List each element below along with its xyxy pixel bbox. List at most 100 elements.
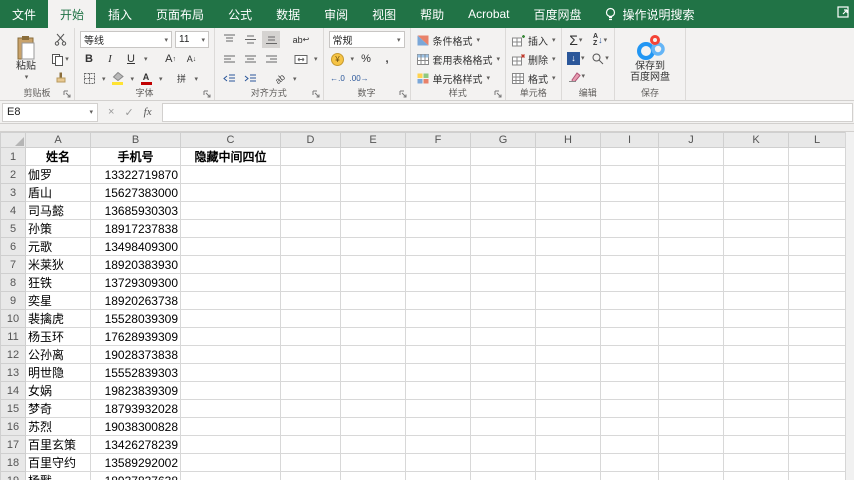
- decrease-decimal-button[interactable]: .00→: [350, 70, 369, 87]
- empty-cell[interactable]: [658, 219, 724, 238]
- row-header[interactable]: 17: [0, 435, 26, 454]
- empty-cell[interactable]: [535, 327, 601, 346]
- empty-cell[interactable]: [600, 237, 659, 256]
- empty-cell[interactable]: [723, 435, 789, 454]
- empty-cell[interactable]: [600, 219, 659, 238]
- phone-cell[interactable]: 17628939309: [90, 327, 181, 346]
- empty-cell[interactable]: [280, 291, 341, 310]
- select-all-corner[interactable]: [0, 132, 26, 148]
- empty-cell[interactable]: [405, 273, 471, 292]
- tab-review[interactable]: 审阅: [312, 0, 360, 28]
- row-header[interactable]: 5: [0, 219, 26, 238]
- empty-cell[interactable]: [723, 309, 789, 328]
- tab-view[interactable]: 视图: [360, 0, 408, 28]
- empty-cell[interactable]: [340, 291, 406, 310]
- empty-cell[interactable]: [340, 417, 406, 436]
- copy-button[interactable]: ▾: [51, 51, 69, 68]
- empty-cell[interactable]: [535, 381, 601, 400]
- empty-cell[interactable]: [788, 453, 846, 472]
- empty-cell[interactable]: [723, 345, 789, 364]
- empty-cell[interactable]: [535, 255, 601, 274]
- name-cell[interactable]: 裴擒虎: [25, 309, 91, 328]
- empty-cell[interactable]: [340, 327, 406, 346]
- format-as-table-button[interactable]: 套用表格格式 ▾: [416, 50, 500, 68]
- tab-baidu-netdisk[interactable]: 百度网盘: [522, 0, 594, 28]
- name-cell[interactable]: 孙策: [25, 219, 91, 238]
- tab-file[interactable]: 文件: [0, 0, 48, 28]
- phone-cell[interactable]: 15627383000: [90, 183, 181, 202]
- row-header[interactable]: 7: [0, 255, 26, 274]
- empty-cell[interactable]: [180, 345, 281, 364]
- empty-cell[interactable]: [658, 363, 724, 382]
- empty-cell[interactable]: [600, 345, 659, 364]
- name-cell[interactable]: 杨戬: [25, 471, 91, 480]
- empty-cell[interactable]: [405, 327, 471, 346]
- empty-cell[interactable]: [340, 255, 406, 274]
- insert-cells-button[interactable]: 插入 ▾: [511, 31, 556, 49]
- row-header[interactable]: 18: [0, 453, 26, 472]
- empty-cell[interactable]: [788, 309, 846, 328]
- name-cell[interactable]: 公孙离: [25, 345, 91, 364]
- empty-cell[interactable]: [340, 237, 406, 256]
- empty-cell[interactable]: [723, 165, 789, 184]
- phone-cell[interactable]: 18917237838: [90, 219, 181, 238]
- empty-cell[interactable]: [658, 453, 724, 472]
- empty-cell[interactable]: [723, 183, 789, 202]
- empty-cell[interactable]: [535, 183, 601, 202]
- empty-cell[interactable]: [340, 147, 406, 166]
- empty-cell[interactable]: [600, 255, 659, 274]
- font-color-dropdown-arrow[interactable]: ▾: [159, 75, 163, 83]
- autosum-button[interactable]: Σ ▾: [567, 32, 586, 49]
- tab-data[interactable]: 数据: [264, 0, 312, 28]
- name-box[interactable]: E8 ▾: [2, 102, 98, 122]
- name-cell[interactable]: 司马懿: [25, 201, 91, 220]
- empty-cell[interactable]: [788, 399, 846, 418]
- empty-cell[interactable]: [470, 381, 536, 400]
- empty-cell[interactable]: [723, 255, 789, 274]
- empty-cell[interactable]: [535, 165, 601, 184]
- empty-cell[interactable]: [470, 291, 536, 310]
- empty-cell[interactable]: [470, 237, 536, 256]
- italic-button[interactable]: I: [101, 51, 119, 68]
- row-header[interactable]: 9: [0, 291, 26, 310]
- align-center-button[interactable]: [241, 51, 259, 68]
- phone-cell[interactable]: 19028373838: [90, 345, 181, 364]
- empty-cell[interactable]: [180, 165, 281, 184]
- name-cell[interactable]: 百里玄策: [25, 435, 91, 454]
- column-header-a[interactable]: A: [25, 132, 91, 148]
- empty-cell[interactable]: [280, 147, 341, 166]
- header-cell-name[interactable]: 姓名: [25, 147, 91, 166]
- styles-dialog-launcher[interactable]: [494, 90, 503, 99]
- row-header[interactable]: 14: [0, 381, 26, 400]
- empty-cell[interactable]: [600, 453, 659, 472]
- row-header[interactable]: 11: [0, 327, 26, 346]
- empty-cell[interactable]: [180, 291, 281, 310]
- comma-style-button[interactable]: ,: [378, 51, 396, 68]
- empty-cell[interactable]: [658, 327, 724, 346]
- empty-cell[interactable]: [470, 183, 536, 202]
- phone-cell[interactable]: 13589292002: [90, 453, 181, 472]
- align-top-button[interactable]: [220, 31, 238, 48]
- sort-filter-button[interactable]: A Z ↓ ▾: [591, 32, 609, 49]
- percent-style-button[interactable]: %: [357, 51, 375, 68]
- name-cell[interactable]: 苏烈: [25, 417, 91, 436]
- empty-cell[interactable]: [658, 381, 724, 400]
- phone-cell[interactable]: 15552839303: [90, 363, 181, 382]
- empty-cell[interactable]: [658, 273, 724, 292]
- save-to-baidu-button[interactable]: 保存到 百度网盘: [620, 31, 680, 87]
- empty-cell[interactable]: [405, 201, 471, 220]
- empty-cell[interactable]: [280, 435, 341, 454]
- empty-cell[interactable]: [723, 471, 789, 480]
- vertical-scrollbar[interactable]: [845, 132, 854, 480]
- clear-button[interactable]: ▾: [567, 68, 585, 85]
- empty-cell[interactable]: [723, 363, 789, 382]
- column-header-d[interactable]: D: [280, 132, 341, 148]
- empty-cell[interactable]: [535, 219, 601, 238]
- empty-cell[interactable]: [180, 417, 281, 436]
- empty-cell[interactable]: [723, 291, 789, 310]
- fill-color-dropdown-arrow[interactable]: ▾: [131, 75, 135, 83]
- format-cells-button[interactable]: 格式 ▾: [511, 69, 556, 87]
- empty-cell[interactable]: [280, 183, 341, 202]
- empty-cell[interactable]: [340, 219, 406, 238]
- number-dialog-launcher[interactable]: [399, 90, 408, 99]
